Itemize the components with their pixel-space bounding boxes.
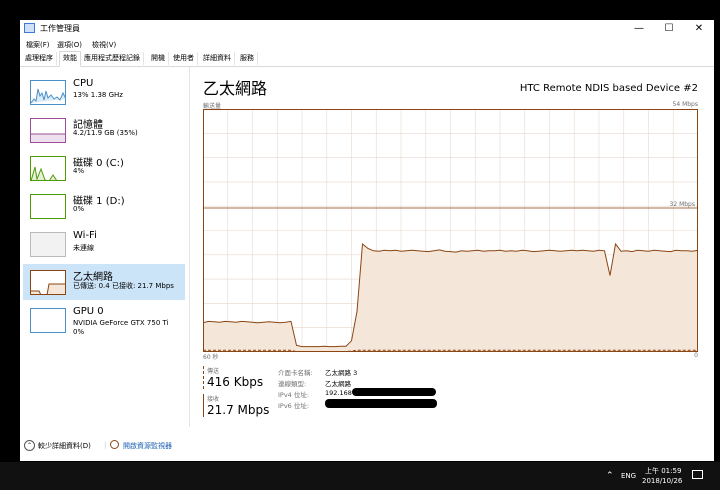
clock-date[interactable]: 2018/10/26	[642, 477, 682, 485]
chevron-up-icon[interactable]: ⌃	[606, 471, 614, 481]
page-title: 乙太網路	[203, 79, 268, 98]
panel-divider[interactable]	[189, 67, 190, 427]
tab-bar: 處理程序 效能 應用程式歷程記錄 開機 使用者 詳細資料 服務	[20, 51, 714, 67]
footer-separator: |	[104, 441, 107, 449]
tab-users[interactable]: 使用者	[170, 52, 198, 65]
sidebar-item-memory[interactable]: 記憶體 4.2/11.9 GB (35%)	[23, 112, 185, 148]
ipv6-label: IPv6 位址:	[278, 402, 310, 410]
redaction-mark	[352, 388, 436, 396]
sidebar-item-label: Wi-Fi	[73, 230, 97, 241]
sidebar-item-detail: 4%	[73, 167, 85, 175]
send-label: 傳送	[207, 368, 220, 375]
y-max-label: 54 Mbps	[672, 101, 698, 108]
sidebar-item-wifi[interactable]: Wi-Fi 未連線	[23, 226, 185, 262]
sidebar-item-disk-1[interactable]: 磁碟 1 (D:) 0%	[23, 188, 185, 224]
tab-performance[interactable]: 效能	[59, 51, 81, 67]
sidebar-item-detail: 已傳送: 0.4 已接收: 21.7 Mbps	[73, 282, 174, 290]
throughput-chart: 32 Mbps	[203, 109, 698, 352]
sidebar-item-gpu[interactable]: GPU 0 NVIDIA GeForce GTX 750 Ti 0%	[23, 302, 185, 338]
memory-thumbnail	[30, 118, 66, 143]
sidebar-item-detail: 0%	[73, 205, 85, 213]
task-manager-window: 工作管理員 — ☐ ✕ 檔案(F) 選項(O) 檢視(V) 處理程序 效能 應用…	[20, 20, 714, 461]
sidebar-item-detail: 13% 1.38 GHz	[73, 91, 123, 99]
notification-icon[interactable]	[692, 470, 703, 479]
time-left-label: 60 秒	[203, 354, 219, 361]
receive-stat: 接收 21.7 Mbps	[203, 394, 269, 417]
close-button[interactable]: ✕	[684, 20, 714, 37]
disk1-thumbnail	[30, 194, 66, 219]
fewer-details-link[interactable]: 較少詳細資料(D)	[38, 441, 91, 451]
device-name: HTC Remote NDIS based Device #2	[519, 83, 698, 94]
time-right-label: 0	[694, 352, 698, 359]
footer-bar: ⌃ 較少詳細資料(D) | 開啟資源監視器	[20, 437, 714, 461]
sidebar-item-label: GPU 0	[73, 306, 104, 317]
performance-sidebar: CPU 13% 1.38 GHz 記憶體 4.2/11.9 GB (35%) 磁…	[20, 67, 188, 427]
adapter-name-value: 乙太網路 3	[325, 369, 358, 377]
scale-label-32: 32 Mbps	[670, 201, 695, 208]
task-manager-icon	[24, 23, 35, 33]
wifi-thumbnail	[30, 232, 66, 257]
sidebar-item-disk-0[interactable]: 磁碟 0 (C:) 4%	[23, 150, 185, 186]
sidebar-item-detail: NVIDIA GeForce GTX 750 Ti	[73, 319, 169, 327]
open-resource-monitor-link[interactable]: 開啟資源監視器	[123, 441, 172, 451]
receive-value: 21.7 Mbps	[207, 403, 270, 417]
gpu-thumbnail	[30, 308, 66, 333]
tab-services[interactable]: 服務	[237, 52, 258, 65]
ethernet-thumbnail	[30, 270, 66, 295]
tab-details[interactable]: 詳細資料	[200, 52, 235, 65]
redaction-mark	[325, 399, 437, 408]
tab-processes[interactable]: 處理程序	[22, 52, 57, 65]
sidebar-item-detail: 未連線	[73, 244, 94, 252]
tab-startup[interactable]: 開機	[148, 52, 169, 65]
menu-bar: 檔案(F) 選項(O) 檢視(V)	[20, 38, 714, 51]
sidebar-item-ethernet[interactable]: 乙太網路 已傳送: 0.4 已接收: 21.7 Mbps	[23, 264, 185, 300]
connection-type-label: 連線類型:	[278, 380, 307, 388]
ipv4-value: 192.168	[325, 389, 352, 397]
sidebar-item-cpu[interactable]: CPU 13% 1.38 GHz	[23, 74, 185, 110]
resource-monitor-icon	[110, 440, 119, 449]
receive-label: 接收	[207, 396, 220, 403]
tab-app-history[interactable]: 應用程式歷程記錄	[81, 52, 144, 65]
minimize-button[interactable]: —	[624, 20, 654, 37]
clock-time[interactable]: 上午 01:59	[645, 466, 681, 476]
send-value: 416 Kbps	[207, 375, 264, 389]
send-stat: 傳送 416 Kbps	[203, 366, 263, 389]
title-bar: 工作管理員 — ☐ ✕	[20, 20, 714, 37]
menu-view[interactable]: 檢視(V)	[92, 40, 116, 50]
sidebar-item-detail: 4.2/11.9 GB (35%)	[73, 129, 138, 137]
connection-type-value: 乙太網路	[325, 380, 351, 388]
sidebar-item-label: CPU	[73, 78, 94, 89]
sidebar-item-detail-2: 0%	[73, 328, 85, 336]
ipv4-label: IPv4 位址:	[278, 391, 310, 399]
disk0-thumbnail	[30, 156, 66, 181]
maximize-button[interactable]: ☐	[654, 20, 684, 37]
window-title: 工作管理員	[40, 24, 80, 33]
taskbar: ⌃ ENG 上午 01:59 2018/10/26	[0, 462, 720, 490]
adapter-name-label: 介面卡名稱:	[278, 369, 313, 377]
language-indicator[interactable]: ENG	[621, 472, 636, 480]
menu-options[interactable]: 選項(O)	[57, 40, 82, 50]
chevron-up-icon[interactable]: ⌃	[24, 440, 35, 451]
menu-file[interactable]: 檔案(F)	[26, 40, 50, 50]
cpu-thumbnail	[30, 80, 66, 105]
